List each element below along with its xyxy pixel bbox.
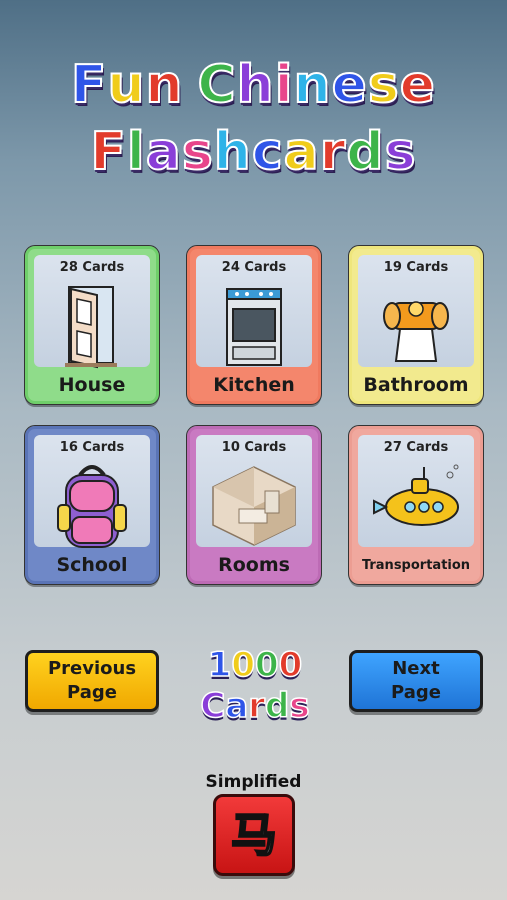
door-icon	[57, 281, 127, 375]
script-mode-label: Simplified	[205, 772, 302, 792]
card-image-area: 28 Cards	[34, 255, 150, 369]
category-card-kitchen[interactable]: 24 Cards Kitchen	[186, 245, 322, 405]
card-image-area: 10 Cards	[196, 435, 312, 547]
category-card-transportation[interactable]: 27 Cards Transportation	[348, 425, 484, 585]
card-count: 10 Cards	[221, 440, 287, 455]
next-page-button[interactable]: Next Page	[349, 650, 483, 712]
card-count: 24 Cards	[221, 260, 287, 275]
category-card-bathroom[interactable]: 19 Cards Bathroom	[348, 245, 484, 405]
card-count: 27 Cards	[383, 440, 449, 455]
category-card-rooms[interactable]: 10 Cards Rooms	[186, 425, 322, 585]
script-glyph: 马	[230, 808, 278, 862]
card-count: 16 Cards	[59, 440, 125, 455]
card-image-area: 19 Cards	[358, 255, 474, 367]
room-icon	[209, 461, 299, 555]
card-image-area: 27 Cards	[358, 435, 474, 547]
next-page-label-line2: Page	[391, 682, 441, 703]
total-cards-label: Cards	[200, 685, 311, 727]
stove-icon	[219, 281, 289, 375]
previous-page-label-line2: Page	[67, 682, 117, 703]
backpack-icon	[52, 461, 132, 560]
app-title-line1: Fun Chinese	[70, 54, 437, 116]
submarine-icon	[366, 461, 466, 545]
app-title-line2: Flashcards	[89, 121, 417, 183]
card-count: 28 Cards	[59, 260, 125, 275]
card-label: Kitchen	[213, 374, 295, 396]
category-card-house[interactable]: 28 Cards House	[24, 245, 160, 405]
card-label: House	[58, 374, 126, 396]
card-label: Transportation	[361, 557, 471, 573]
next-page-label-line1: Next	[392, 658, 440, 679]
card-label: Rooms	[218, 554, 290, 576]
card-image-area: 16 Cards	[34, 435, 150, 548]
previous-page-label-line1: Previous	[47, 658, 137, 679]
card-label: Bathroom	[363, 374, 469, 396]
toilet-paper-icon	[376, 281, 456, 375]
previous-page-button[interactable]: Previous Page	[25, 650, 159, 712]
category-card-school[interactable]: 16 Cards School	[24, 425, 160, 585]
card-image-area: 24 Cards	[196, 255, 312, 367]
card-label: School	[56, 554, 128, 576]
script-toggle-button[interactable]: 马	[213, 794, 295, 876]
card-count: 19 Cards	[383, 260, 449, 275]
total-cards-number: 1000	[207, 644, 303, 686]
